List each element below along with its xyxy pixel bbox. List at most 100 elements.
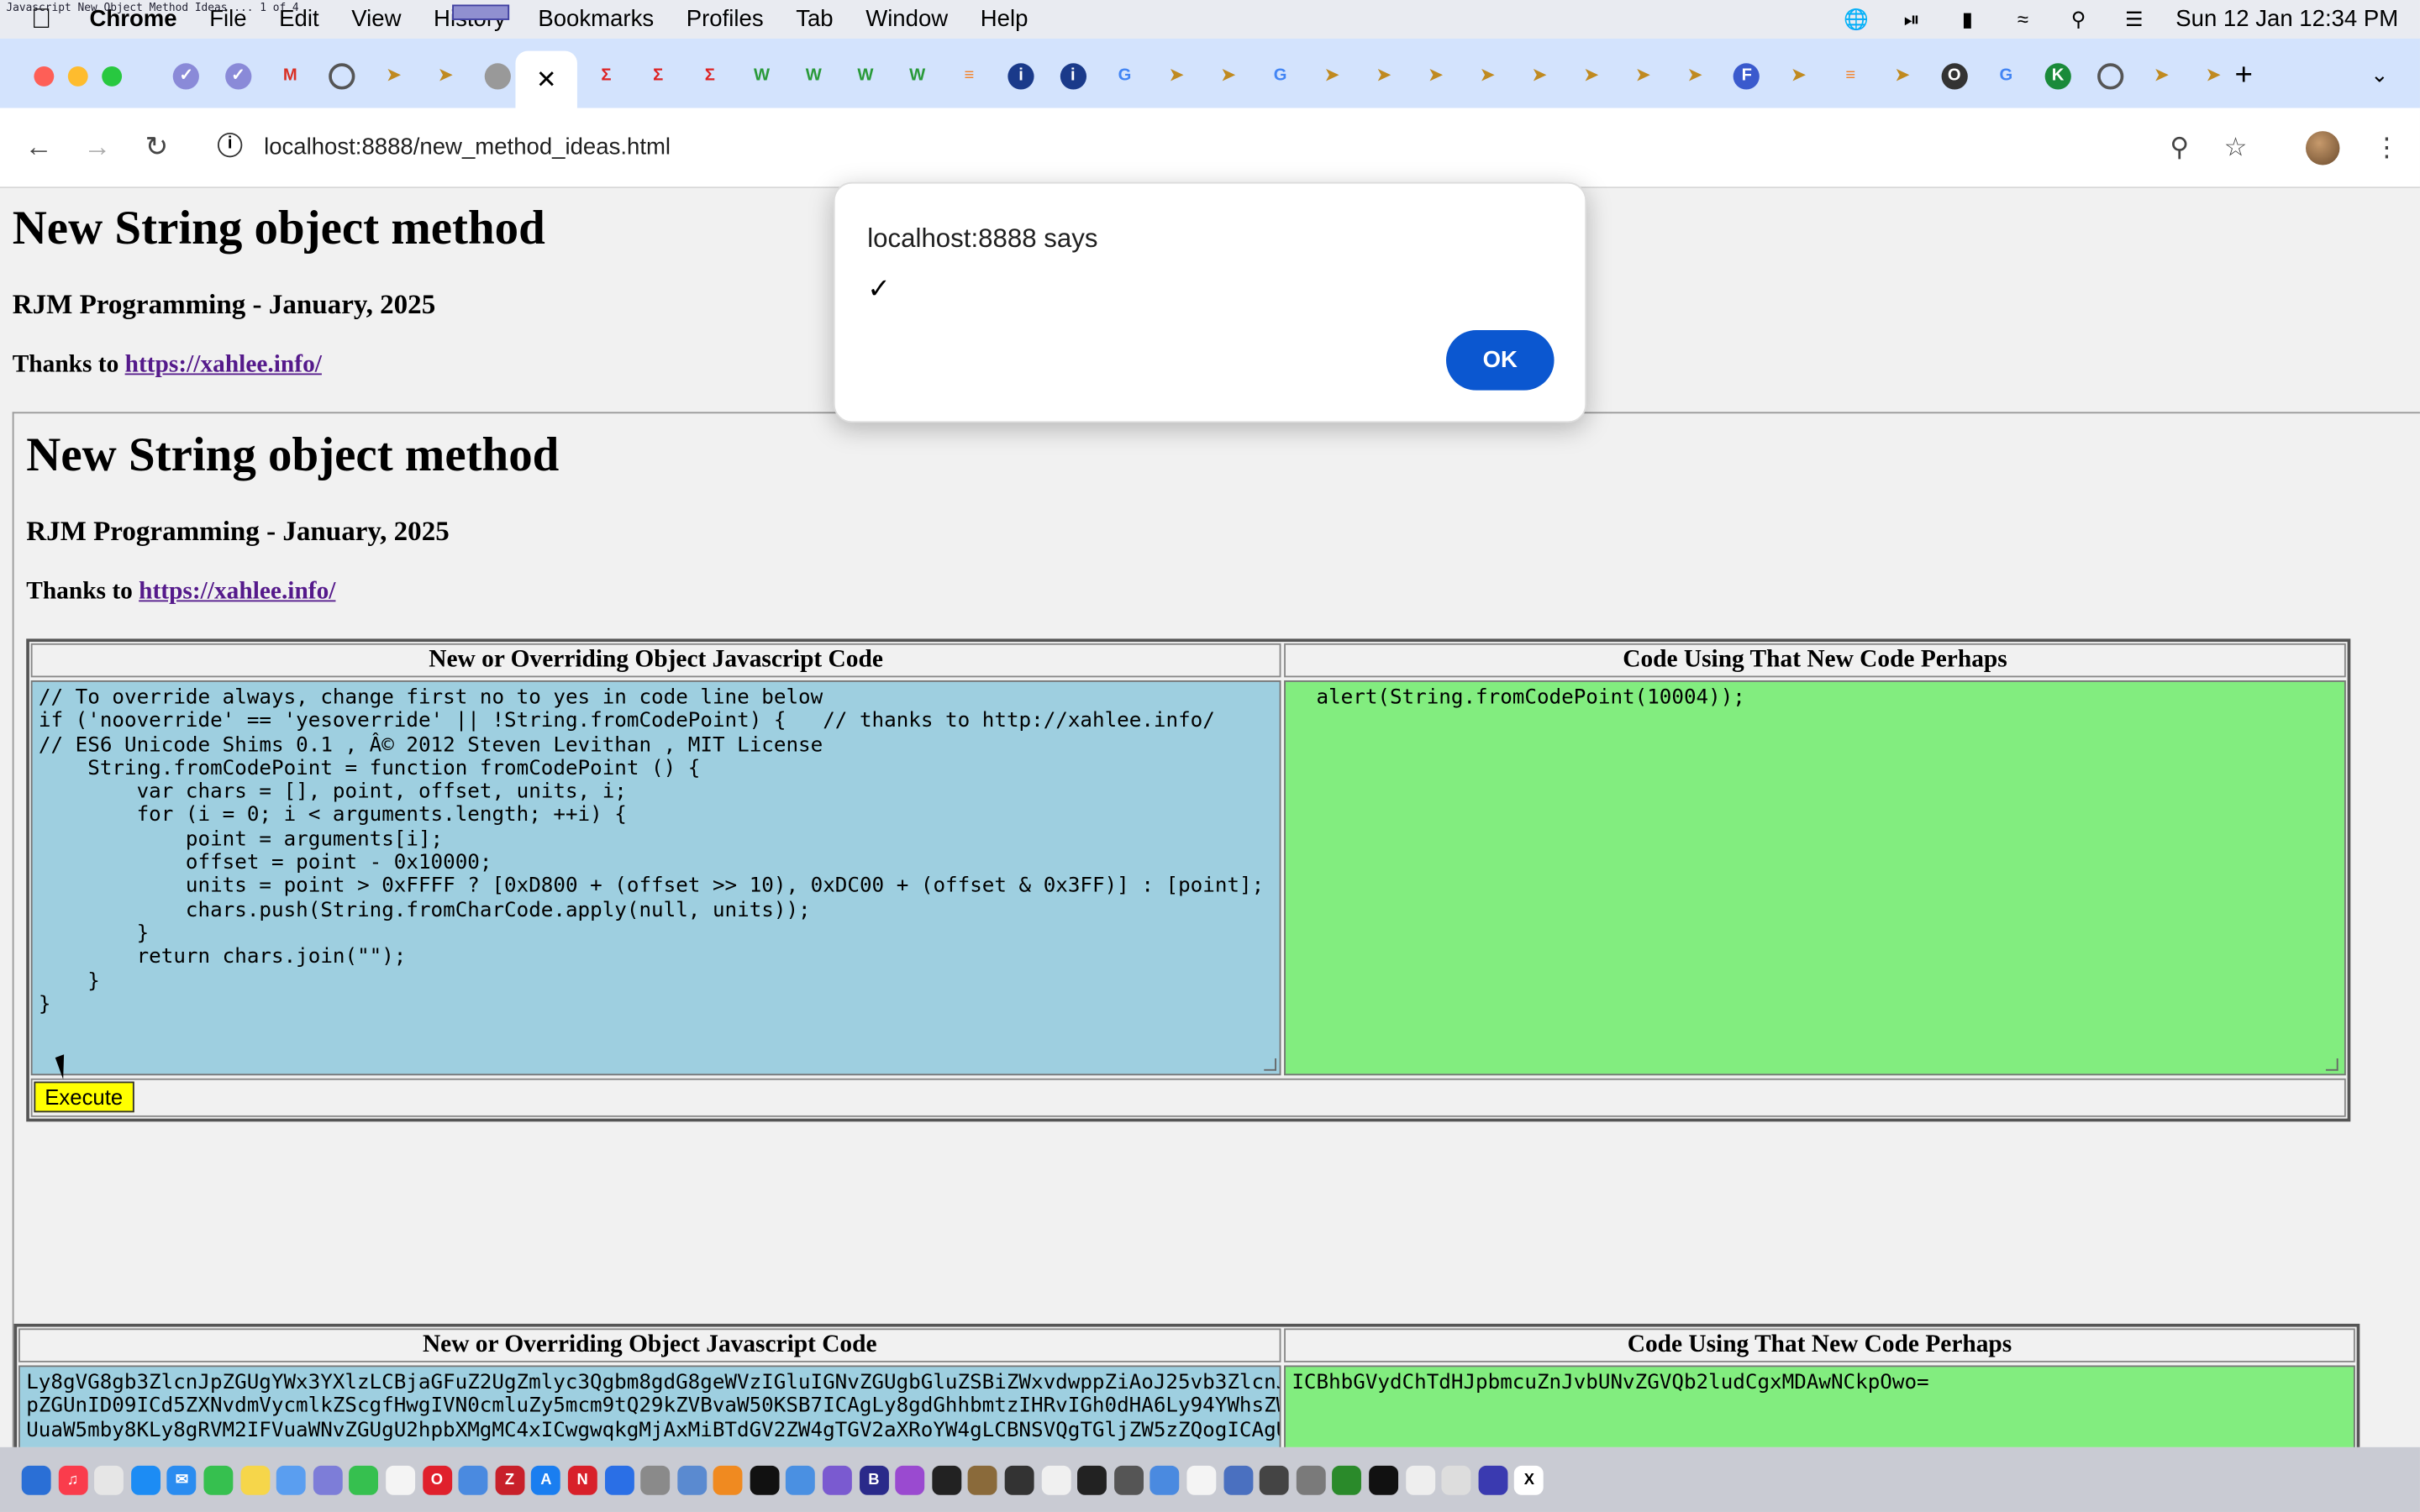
gmail-tab-icon[interactable]: M — [264, 60, 316, 92]
f-tab-icon[interactable]: F — [1721, 60, 1773, 92]
zoom-icon[interactable] — [604, 1464, 634, 1494]
x-app-icon[interactable]: X — [1514, 1464, 1544, 1494]
safari-icon[interactable] — [130, 1464, 160, 1494]
battery-icon[interactable]: ▮ — [1954, 8, 1981, 30]
finder-icon[interactable] — [21, 1464, 51, 1494]
profile-avatar[interactable] — [2306, 131, 2340, 165]
menu-view[interactable]: View — [351, 6, 401, 32]
info-tab-icon[interactable]: i — [1047, 60, 1099, 92]
wifi-icon[interactable]: ≈ — [2009, 8, 2037, 30]
w3-tab-icon[interactable]: W — [839, 60, 892, 92]
rocket-tab-icon[interactable]: ➤ — [1669, 60, 1721, 92]
encoded-usage-textarea[interactable]: ICBhbGVydChTdHJpbmcuZnJvbUNvZGVQb2ludCgx… — [1284, 1365, 2355, 1447]
menu-tab[interactable]: Tab — [796, 6, 833, 32]
rocket-tab-icon[interactable]: ➤ — [368, 60, 420, 92]
rocket-tab-icon[interactable]: ➤ — [420, 60, 472, 92]
tv-icon[interactable] — [750, 1464, 780, 1494]
rocket-tab-icon[interactable]: ➤ — [1202, 60, 1255, 92]
tab-favicon[interactable]: ✓ — [213, 60, 265, 92]
minimize-window-button[interactable] — [67, 66, 88, 87]
app-store-icon[interactable]: A — [531, 1464, 561, 1494]
opera-icon[interactable]: O — [422, 1464, 452, 1494]
menu-window[interactable]: Window — [865, 6, 948, 32]
app-icon[interactable] — [1405, 1464, 1435, 1494]
launchpad-icon[interactable] — [94, 1464, 124, 1494]
app-icon[interactable] — [1004, 1464, 1034, 1494]
filezilla-icon[interactable]: Z — [495, 1464, 524, 1494]
stackoverflow-tab-icon[interactable]: ≡ — [944, 60, 996, 92]
app-icon[interactable] — [932, 1464, 961, 1494]
thanks-link[interactable]: https://xahlee.info/ — [125, 352, 322, 378]
app-icon[interactable] — [968, 1464, 998, 1494]
app-icon[interactable] — [276, 1464, 306, 1494]
info-tab-icon[interactable]: i — [995, 60, 1047, 92]
app-icon[interactable] — [1223, 1464, 1253, 1494]
w3-tab-icon[interactable]: W — [892, 60, 944, 92]
back-arrow-icon[interactable]: ← — [24, 131, 52, 164]
sigma-tab-icon[interactable]: Σ — [632, 60, 684, 92]
mail-icon[interactable]: ✉ — [167, 1464, 197, 1494]
rocket-tab-icon[interactable]: ➤ — [1150, 60, 1202, 92]
rocket-tab-icon[interactable]: ➤ — [1513, 60, 1565, 92]
menu-help[interactable]: Help — [981, 6, 1028, 32]
execute-button[interactable]: Execute — [34, 1081, 134, 1113]
rocket-tab-icon[interactable]: ➤ — [1358, 60, 1410, 92]
clock[interactable]: Sun 12 Jan 12:34 PM — [2175, 6, 2398, 32]
app-icon[interactable] — [786, 1464, 816, 1494]
bbedit-icon[interactable]: B — [859, 1464, 889, 1494]
close-window-button[interactable] — [34, 66, 55, 87]
textedit-icon[interactable] — [386, 1464, 415, 1494]
app-icon[interactable] — [1260, 1464, 1289, 1494]
search-icon[interactable]: ⚲ — [2065, 8, 2092, 30]
ok-button[interactable]: OK — [1445, 330, 1555, 391]
bookmark-star-icon[interactable]: ☆ — [2224, 133, 2248, 164]
play-icon[interactable]: ⏯ — [1898, 8, 1926, 30]
facetime-icon[interactable] — [349, 1464, 379, 1494]
app-icon[interactable] — [895, 1464, 925, 1494]
chrome-tab-icon[interactable] — [316, 60, 368, 92]
circle-tab-icon[interactable]: O — [1928, 60, 1981, 92]
site-info-icon[interactable]: i — [217, 132, 243, 158]
google-tab-icon[interactable]: G — [1255, 60, 1307, 92]
rocket-tab-icon[interactable]: ➤ — [1618, 60, 1670, 92]
rocket-tab-icon[interactable]: ➤ — [1773, 60, 1825, 92]
globe-icon[interactable]: 🌐 — [1843, 8, 1870, 30]
chrome-tab-icon[interactable] — [2084, 60, 2136, 92]
messages-icon[interactable] — [203, 1464, 234, 1494]
stackoverflow-tab-icon[interactable]: ≡ — [1824, 60, 1876, 92]
close-tab-icon[interactable]: ✕ — [536, 64, 557, 95]
music-icon[interactable]: ♫ — [58, 1464, 87, 1494]
usage-textarea[interactable]: alert(String.fromCodePoint(10004)); — [1284, 680, 2346, 1076]
calculator-icon[interactable] — [1113, 1464, 1144, 1494]
active-tab[interactable]: ✕ — [515, 50, 577, 108]
rocket-tab-icon[interactable]: ➤ — [1410, 60, 1462, 92]
sigma-tab-icon[interactable]: Σ — [684, 60, 736, 92]
calendar-icon[interactable] — [1041, 1464, 1071, 1494]
app-icon[interactable] — [313, 1464, 343, 1494]
app-icon[interactable] — [1332, 1464, 1362, 1494]
inner-thanks-link[interactable]: https://xahlee.info/ — [139, 579, 335, 605]
sigma-tab-icon[interactable]: Σ — [581, 60, 633, 92]
w3-tab-icon[interactable]: W — [787, 60, 839, 92]
chrome-icon[interactable] — [1150, 1464, 1180, 1494]
resize-grip[interactable] — [1264, 1058, 1276, 1071]
w3-tab-icon[interactable]: W — [736, 60, 788, 92]
terminal-icon[interactable] — [1077, 1464, 1107, 1494]
app-icon[interactable] — [1296, 1464, 1326, 1494]
app-icon[interactable] — [640, 1464, 671, 1494]
firefox-icon[interactable] — [713, 1464, 743, 1494]
app-icon[interactable] — [1369, 1464, 1398, 1494]
notes-icon[interactable] — [239, 1464, 270, 1494]
forward-arrow-icon[interactable]: → — [83, 131, 111, 164]
rocket-tab-icon[interactable]: ➤ — [1462, 60, 1514, 92]
zoom-magnifier-icon[interactable]: ⚲ — [2170, 133, 2189, 164]
tab-search-chevron-icon[interactable]: ⌄ — [2370, 61, 2389, 87]
url-text[interactable]: localhost:8888/new_method_ideas.html — [264, 134, 671, 160]
rocket-tab-icon[interactable]: ➤ — [1306, 60, 1358, 92]
resize-grip[interactable] — [2325, 1058, 2338, 1071]
tab-favicon[interactable]: ✓ — [160, 60, 213, 92]
podcasts-icon[interactable] — [823, 1464, 852, 1494]
code-textarea[interactable]: // To override always, change first no t… — [30, 680, 1281, 1076]
menu-profiles[interactable]: Profiles — [687, 6, 764, 32]
menu-bookmarks[interactable]: Bookmarks — [538, 6, 654, 32]
